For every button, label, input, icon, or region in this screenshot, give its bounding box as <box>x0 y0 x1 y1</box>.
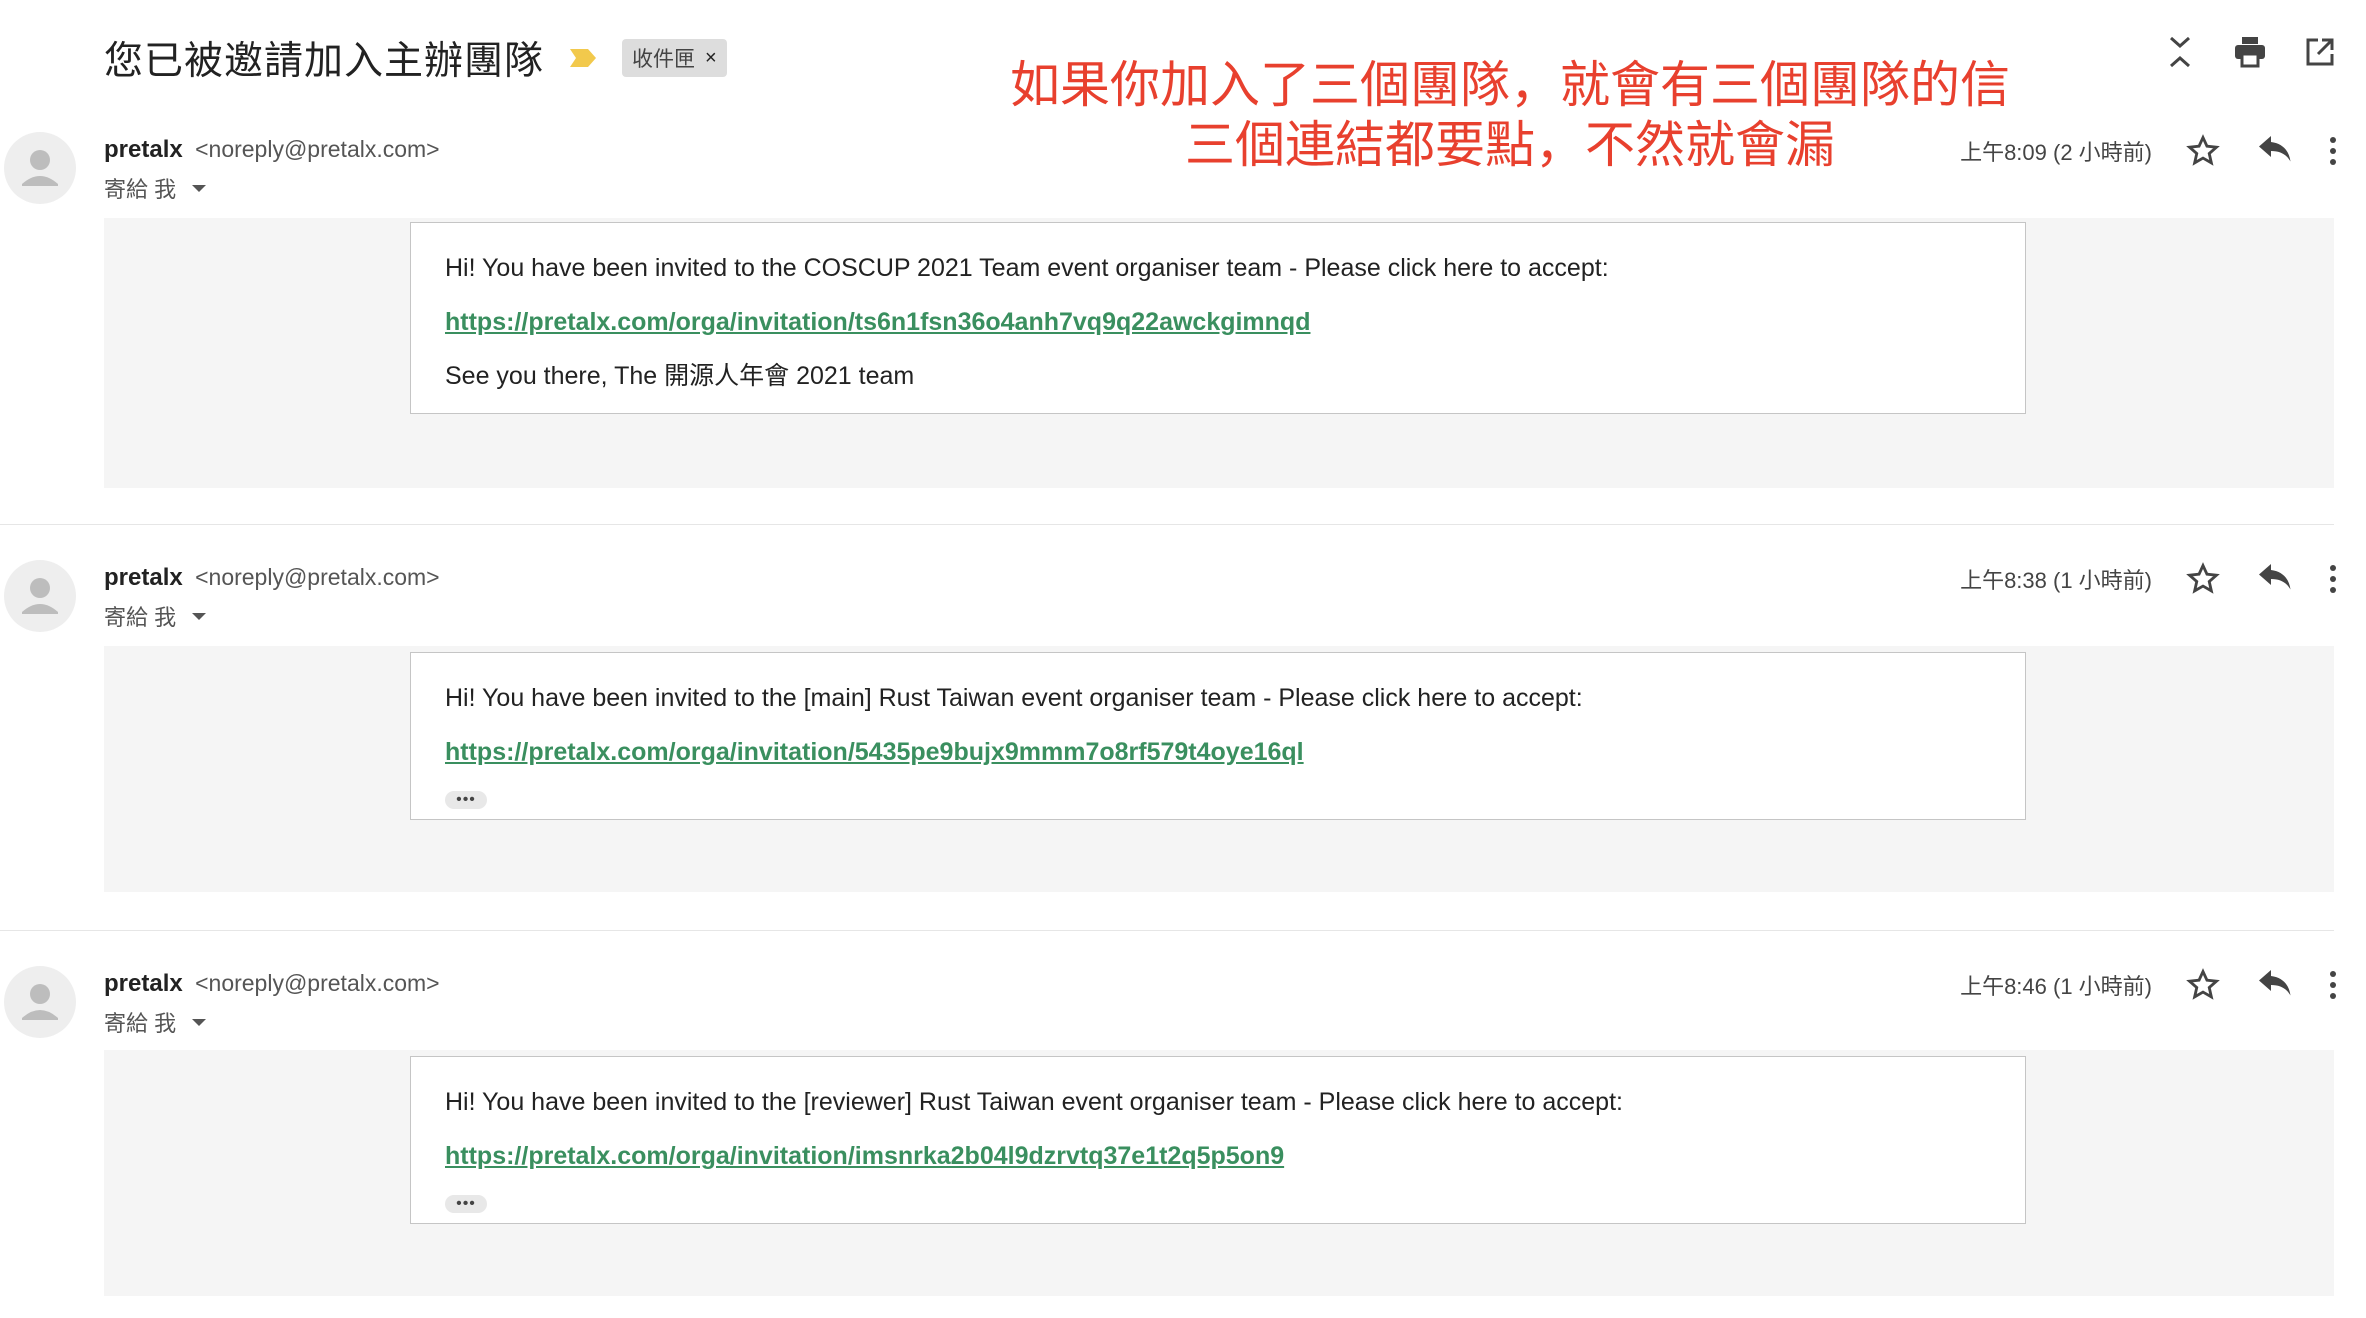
message-time: 上午8:38 (1 小時前) <box>1960 568 2152 593</box>
invitation-link[interactable]: https://pretalx.com/orga/invitation/5435… <box>445 725 1991 779</box>
recipient-text: 寄給 我 <box>104 177 177 202</box>
recipient-text: 寄給 我 <box>104 605 177 630</box>
open-new-window-icon[interactable] <box>2302 34 2338 70</box>
star-icon[interactable] <box>2186 134 2220 168</box>
subject-row: 您已被邀請加入主辦團隊 收件匣 × <box>104 28 727 88</box>
message-divider <box>0 524 2334 525</box>
recipient-line: 寄給 我 <box>104 600 207 632</box>
message-content-box: Hi! You have been invited to the [review… <box>410 1056 2026 1224</box>
star-icon[interactable] <box>2186 968 2220 1002</box>
message-content-box: Hi! You have been invited to the [main] … <box>410 652 2026 820</box>
recipient-text: 寄給 我 <box>104 1011 177 1036</box>
signoff-text: See you there, The 開源人年會 2021 team <box>445 362 915 390</box>
message-body: Hi! You have been invited to the COSCUP … <box>104 218 2334 488</box>
sender-email: <noreply@pretalx.com> <box>195 970 440 996</box>
invitation-link[interactable]: https://pretalx.com/orga/invitation/imsn… <box>445 1129 1991 1183</box>
annotation-line-2: 三個連結都要點，不然就會漏 <box>1185 117 1835 173</box>
show-trimmed-content-button[interactable]: ••• <box>445 791 487 809</box>
invitation-link[interactable]: https://pretalx.com/orga/invitation/ts6n… <box>445 295 1991 349</box>
message-actions: 上午8:09 (2 小時前) <box>1960 134 2338 168</box>
avatar <box>4 132 76 204</box>
message-content-box: Hi! You have been invited to the COSCUP … <box>410 222 2026 414</box>
more-options-icon[interactable] <box>2328 970 2338 1000</box>
more-options-icon[interactable] <box>2328 564 2338 594</box>
remove-label-button[interactable]: × <box>705 47 717 70</box>
reply-icon[interactable] <box>2256 564 2292 594</box>
show-details-chevron-down-icon[interactable] <box>192 184 207 192</box>
invite-text: Hi! You have been invited to the [review… <box>445 1088 1623 1116</box>
importance-marker-icon[interactable] <box>568 47 598 69</box>
thread-toolbar <box>2162 34 2338 70</box>
star-icon[interactable] <box>2186 562 2220 596</box>
recipient-line: 寄給 我 <box>104 172 207 204</box>
message-divider <box>0 930 2334 931</box>
inbox-label-chip: 收件匣 × <box>622 39 727 77</box>
email-subject: 您已被邀請加入主辦團隊 <box>104 40 545 83</box>
sender-email: <noreply@pretalx.com> <box>195 564 440 590</box>
invite-text: Hi! You have been invited to the [main] … <box>445 684 1583 712</box>
message-time: 上午8:09 (2 小時前) <box>1960 140 2152 165</box>
message-actions: 上午8:46 (1 小時前) <box>1960 968 2338 1002</box>
show-trimmed-content-button[interactable]: ••• <box>445 1195 487 1213</box>
sender-name: pretalx <box>104 136 183 163</box>
sender-name: pretalx <box>104 970 183 997</box>
sender-email: <noreply@pretalx.com> <box>195 136 440 162</box>
print-icon[interactable] <box>2232 34 2268 70</box>
invite-text: Hi! You have been invited to the COSCUP … <box>445 254 1609 282</box>
annotation-line-1: 如果你加入了三個團隊，就會有三個團隊的信 <box>1010 57 2010 113</box>
sender-line: pretalx <noreply@pretalx.com> <box>104 564 440 592</box>
more-options-icon[interactable] <box>2328 136 2338 166</box>
inbox-label-text: 收件匣 <box>632 48 696 71</box>
message-actions: 上午8:38 (1 小時前) <box>1960 562 2338 596</box>
reply-icon[interactable] <box>2256 970 2292 1000</box>
recipient-line: 寄給 我 <box>104 1006 207 1038</box>
message-body: Hi! You have been invited to the [main] … <box>104 646 2334 892</box>
sender-line: pretalx <noreply@pretalx.com> <box>104 136 440 164</box>
sender-name: pretalx <box>104 564 183 591</box>
show-details-chevron-down-icon[interactable] <box>192 612 207 620</box>
reply-icon[interactable] <box>2256 136 2292 166</box>
message-time: 上午8:46 (1 小時前) <box>1960 974 2152 999</box>
avatar <box>4 966 76 1038</box>
show-details-chevron-down-icon[interactable] <box>192 1018 207 1026</box>
sender-line: pretalx <noreply@pretalx.com> <box>104 970 440 998</box>
avatar <box>4 560 76 632</box>
collapse-all-icon[interactable] <box>2162 34 2198 70</box>
annotation-text: 如果你加入了三個團隊，就會有三個團隊的信 三個連結都要點，不然就會漏 <box>1000 55 2020 175</box>
message-body: Hi! You have been invited to the [review… <box>104 1050 2334 1296</box>
